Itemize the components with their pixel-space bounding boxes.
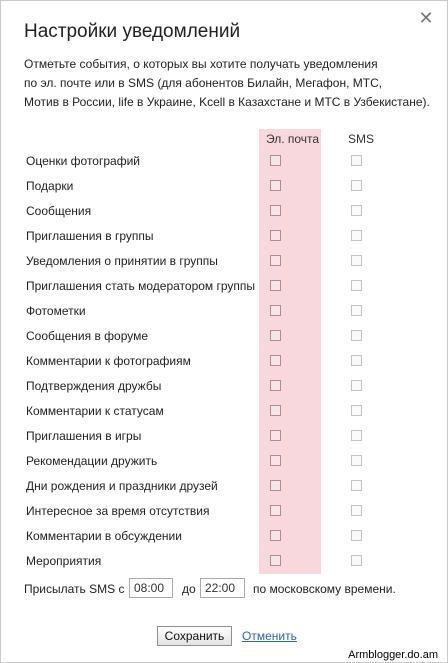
event-row: Подарки [1, 174, 447, 199]
email-checkbox[interactable] [270, 555, 281, 566]
description-line-2: по эл. почте или в SMS (для абонентов Би… [24, 76, 383, 90]
event-row: Комментарии к фотографиям [1, 349, 447, 374]
event-row: Сообщения в форуме [1, 324, 447, 349]
email-checkbox[interactable] [270, 380, 281, 391]
email-checkbox[interactable] [270, 480, 281, 491]
sms-checkbox[interactable] [351, 180, 362, 191]
email-checkbox[interactable] [270, 455, 281, 466]
event-label: Фотометки [26, 304, 86, 318]
dialog-description: Отметьте события, о которых вы хотите по… [24, 55, 439, 112]
sms-checkbox[interactable] [351, 330, 362, 341]
email-checkbox[interactable] [270, 505, 281, 516]
event-row: Мероприятия [1, 549, 447, 574]
event-row: Дни рождения и праздники друзей [1, 474, 447, 499]
sms-time-to-input[interactable] [200, 578, 245, 598]
events-list: Оценки фотографий Подарки Сообщения Приг… [1, 149, 447, 574]
event-label: Приглашения в игры [26, 429, 142, 443]
sms-checkbox[interactable] [351, 405, 362, 416]
event-label: Рекомендации дружить [26, 454, 158, 468]
event-label: Сообщения в форуме [26, 329, 149, 343]
sms-checkbox[interactable] [351, 305, 362, 316]
watermark-text: Armblogger.do.am [348, 649, 438, 661]
event-label: Интересное за время отсутствия [26, 504, 210, 518]
sms-checkbox[interactable] [351, 480, 362, 491]
event-row: Сообщения [1, 199, 447, 224]
event-label: Сообщения [26, 204, 92, 218]
email-checkbox[interactable] [270, 305, 281, 316]
event-row: Приглашения в группы [1, 224, 447, 249]
email-checkbox[interactable] [270, 180, 281, 191]
email-checkbox[interactable] [270, 430, 281, 441]
save-button[interactable]: Сохранить [157, 626, 232, 646]
event-label: Комментарии в обсуждении [26, 529, 182, 543]
event-row: Приглашения в игры [1, 424, 447, 449]
event-label: Приглашения в группы [26, 229, 154, 243]
email-checkbox[interactable] [270, 155, 281, 166]
sms-time-prefix: Присылать SMS с [24, 582, 125, 596]
event-row: Интересное за время отсутствия [1, 499, 447, 524]
event-label: Подарки [26, 179, 74, 193]
email-checkbox[interactable] [270, 530, 281, 541]
sms-checkbox[interactable] [351, 380, 362, 391]
sms-time-suffix: по московскому времени. [253, 582, 396, 596]
sms-time-to-label: до [182, 582, 196, 596]
sms-checkbox[interactable] [351, 205, 362, 216]
email-checkbox[interactable] [270, 355, 281, 366]
sms-column-header: SMS [348, 132, 375, 146]
event-label: Комментарии к фотографиям [26, 354, 191, 368]
event-label: Уведомления о принятии в группы [26, 254, 218, 268]
dialog-title: Настройки уведомлений [24, 21, 241, 42]
description-line-1: Отметьте события, о которых вы хотите по… [24, 57, 378, 71]
event-row: Рекомендации дружить [1, 449, 447, 474]
email-checkbox[interactable] [270, 280, 281, 291]
sms-time-from-input[interactable] [129, 578, 173, 598]
event-row: Комментарии к статусам [1, 399, 447, 424]
email-checkbox[interactable] [270, 205, 281, 216]
sms-checkbox[interactable] [351, 155, 362, 166]
event-row: Уведомления о принятии в группы [1, 249, 447, 274]
email-column-header: Эл. почта [266, 132, 320, 146]
email-checkbox[interactable] [270, 330, 281, 341]
description-line-3: Мотив в России, life в Украине, Kcell в … [24, 95, 430, 109]
event-row: Комментарии в обсуждении [1, 524, 447, 549]
sms-checkbox[interactable] [351, 280, 362, 291]
sms-checkbox[interactable] [351, 430, 362, 441]
event-label: Оценки фотографий [26, 154, 140, 168]
cancel-link[interactable]: Отменить [242, 629, 297, 643]
event-label: Подтверждения дружбы [26, 379, 162, 393]
email-checkbox[interactable] [270, 255, 281, 266]
sms-checkbox[interactable] [351, 455, 362, 466]
event-label: Дни рождения и праздники друзей [26, 479, 218, 493]
sms-checkbox[interactable] [351, 505, 362, 516]
event-row: Фотометки [1, 299, 447, 324]
notification-settings-dialog: ✕ Настройки уведомлений Отметьте события… [0, 0, 448, 663]
close-icon[interactable]: ✕ [417, 9, 435, 27]
event-label: Мероприятия [26, 554, 102, 568]
sms-checkbox[interactable] [351, 355, 362, 366]
email-checkbox[interactable] [270, 230, 281, 241]
event-row: Оценки фотографий [1, 149, 447, 174]
event-label: Приглашения стать модератором группы [26, 279, 256, 293]
event-row: Приглашения стать модератором группы [1, 274, 447, 299]
event-label: Комментарии к статусам [26, 404, 164, 418]
sms-checkbox[interactable] [351, 255, 362, 266]
sms-checkbox[interactable] [351, 530, 362, 541]
email-checkbox[interactable] [270, 405, 281, 416]
sms-checkbox[interactable] [351, 555, 362, 566]
event-row: Подтверждения дружбы [1, 374, 447, 399]
sms-checkbox[interactable] [351, 230, 362, 241]
